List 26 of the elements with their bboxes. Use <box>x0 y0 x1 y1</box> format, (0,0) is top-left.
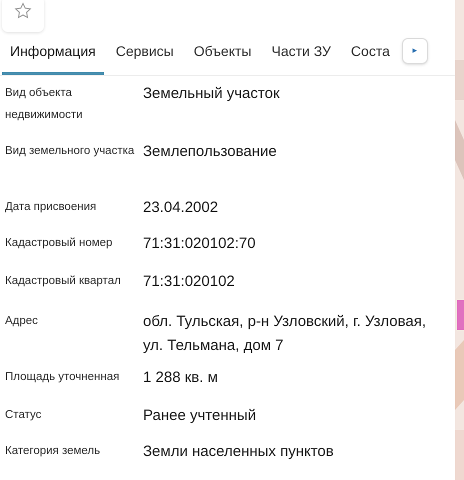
field-value: 71:31:020102:70 <box>143 234 257 254</box>
tab[interactable]: Части ЗУ <box>263 35 339 75</box>
tab[interactable]: Сервисы <box>108 35 182 75</box>
field-value: обл. Тульская, р-н Узловский, г. Узловая, ул. Тельмана, дом 7 <box>143 312 428 356</box>
field-value: Ранее учтенный <box>143 406 258 426</box>
field-label: Дата присвоения <box>4 200 98 215</box>
field-value: Землепользование <box>143 142 278 162</box>
field-label: Статус <box>4 408 42 423</box>
field-value: Земли населенных пунктов <box>143 442 335 462</box>
field-value: 23.04.2002 <box>143 198 220 218</box>
tabs-scroll-button[interactable]: ▸ <box>402 38 428 64</box>
field-label: Кадастровый номер <box>4 236 114 251</box>
field-value: 71:31:020102 <box>143 272 236 292</box>
field-value: 1 288 кв. м <box>143 368 219 388</box>
star-icon <box>13 1 33 21</box>
field-value: Земельный участок <box>143 84 281 104</box>
field-label: Кадастровый квартал <box>4 274 122 289</box>
field-label: Категория земель <box>4 444 102 459</box>
field-label: Вид объекта недвижимости <box>4 86 84 123</box>
field-label: Площадь уточненная <box>4 370 120 385</box>
tab[interactable]: Объекты <box>186 35 260 75</box>
field-label: Вид земельного участка <box>4 144 136 159</box>
tab[interactable]: Информация <box>2 35 104 75</box>
tab[interactable]: Соста <box>342 35 398 75</box>
favorite-button[interactable] <box>2 0 44 32</box>
field-label: Адрес <box>4 314 39 329</box>
